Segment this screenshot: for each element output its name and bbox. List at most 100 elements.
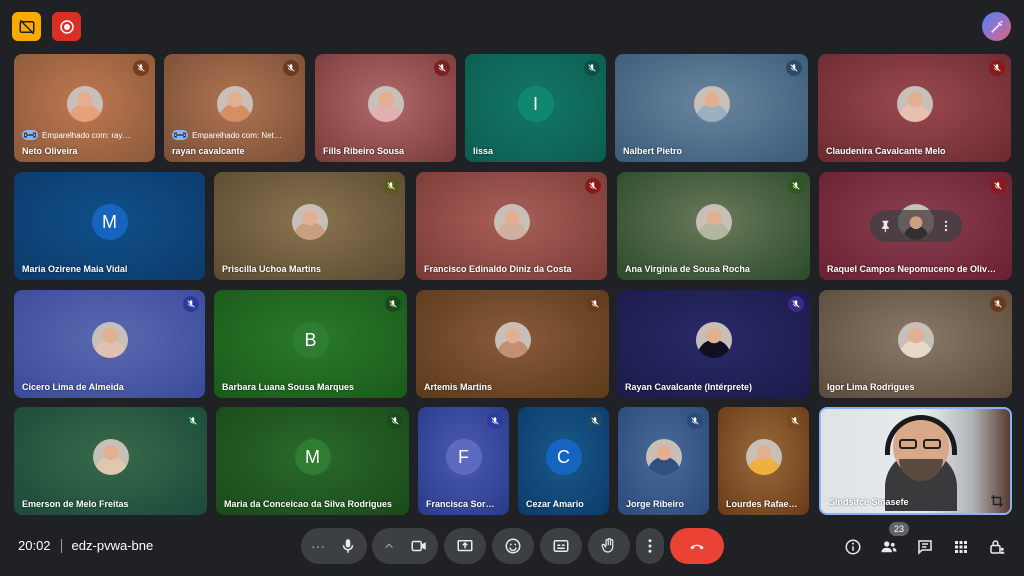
- participant-tile[interactable]: Igor Lima Rodrigues: [819, 290, 1012, 398]
- participant-name: Fills Ribeiro Sousa: [323, 146, 405, 156]
- paired-device-label: Emparelhado com: Net…: [172, 130, 297, 140]
- link-icon: [22, 130, 38, 140]
- lock-person-icon: [990, 540, 1005, 554]
- leave-call-button[interactable]: [670, 528, 724, 564]
- paired-text: Emparelhado com: Net…: [192, 130, 282, 140]
- mic-off-icon: [790, 64, 798, 72]
- host-controls-button[interactable]: [986, 536, 1008, 558]
- muted-indicator: [383, 178, 399, 194]
- participant-tile[interactable]: Ilissa: [465, 54, 606, 162]
- participant-count-badge: 23: [889, 522, 910, 536]
- meeting-info: 20:02 edz-pvwa-bne: [18, 538, 153, 553]
- participant-tile[interactable]: Emerson de Melo Freitas: [14, 407, 207, 515]
- participant-name: Jorge Ribeiro: [626, 499, 685, 509]
- muted-indicator: [788, 296, 804, 312]
- muted-indicator: [990, 296, 1006, 312]
- mic-off-icon: [993, 64, 1001, 72]
- mic-off-icon: [588, 64, 596, 72]
- reactions-button[interactable]: [492, 528, 534, 564]
- participant-initial: I: [517, 86, 554, 122]
- participant-name: Priscilla Uchoa Martins: [222, 264, 322, 274]
- participant-tile[interactable]: Artemis Martins: [416, 290, 609, 398]
- participant-tile[interactable]: M Maria da Conceicao da Silva Rodrigues: [216, 407, 409, 515]
- participant-tile[interactable]: Emparelhado com: ray… Neto Oliveira: [14, 54, 155, 162]
- participant-tile[interactable]: Priscilla Uchoa Martins: [214, 172, 405, 280]
- participant-name: Ana Virginia de Sousa Rocha: [625, 264, 750, 274]
- emoji-icon: [505, 538, 521, 554]
- participant-tile[interactable]: M Maria Ozirene Maia Vidal: [14, 172, 205, 280]
- participant-avatar: [66, 86, 103, 122]
- participant-avatar: [901, 212, 930, 240]
- participant-avatar: [291, 204, 328, 240]
- chat-icon: [918, 540, 932, 555]
- participant-tile[interactable]: B Barbara Luana Sousa Marques: [214, 290, 407, 398]
- people-icon: [881, 541, 897, 553]
- participant-name: lissa: [473, 146, 494, 156]
- participant-name: Cezar Amario: [526, 499, 584, 509]
- participant-tile[interactable]: F Francisca Sor…: [418, 407, 509, 515]
- participant-tile[interactable]: Sindsifce Sinasefe: [819, 407, 1012, 515]
- muted-indicator: [989, 60, 1005, 76]
- mic-off-icon: [791, 417, 799, 425]
- participant-avatar: [494, 322, 531, 358]
- muted-indicator: [990, 178, 1006, 194]
- participant-tile[interactable]: C Cezar Amario: [518, 407, 609, 515]
- participant-name: Emerson de Melo Freitas: [22, 499, 129, 509]
- participant-name: Maria da Conceicao da Silva Rodrigues: [224, 499, 393, 509]
- participant-tile[interactable]: Nalbert Pietro: [615, 54, 808, 162]
- mic-off-icon: [792, 182, 800, 190]
- more-audio-options-icon[interactable]: ···: [311, 538, 325, 554]
- participant-avatar: [695, 204, 732, 240]
- participant-tile[interactable]: Ana Virginia de Sousa Rocha: [617, 172, 810, 280]
- mic-off-icon: [994, 300, 1002, 308]
- recording-button[interactable]: [52, 12, 81, 41]
- participant-initial: M: [294, 439, 331, 475]
- more-options-button[interactable]: [636, 528, 664, 564]
- present-screen-button[interactable]: [444, 528, 486, 564]
- effects-button[interactable]: [982, 12, 1011, 41]
- muted-indicator: [587, 296, 603, 312]
- muted-indicator: [585, 178, 601, 194]
- mic-control[interactable]: ···: [301, 528, 367, 564]
- meeting-details-button[interactable]: [842, 536, 864, 558]
- pin-icon[interactable]: [876, 216, 896, 236]
- mic-off-icon: [389, 300, 397, 308]
- mic-off-icon: [994, 182, 1002, 190]
- participant-tile[interactable]: Lourdes Rafae…: [718, 407, 809, 515]
- mic-off-icon: [792, 300, 800, 308]
- participant-initial: B: [292, 322, 329, 358]
- mic-off-icon: [287, 64, 295, 72]
- participant-tile[interactable]: Raquel Campos Nepomuceno de Oliv…: [819, 172, 1012, 280]
- vertical-dots-icon[interactable]: [936, 216, 956, 236]
- participant-name: Cicero Lima de Almeida: [22, 382, 124, 392]
- hand-icon: [601, 537, 614, 553]
- captions-off-button[interactable]: [12, 12, 41, 41]
- muted-indicator: [786, 60, 802, 76]
- participant-tile[interactable]: Jorge Ribeiro: [618, 407, 709, 515]
- participant-tile[interactable]: Rayan Cavalcante (Intérprete): [617, 290, 810, 398]
- muted-indicator: [133, 60, 149, 76]
- participant-tile[interactable]: Fills Ribeiro Sousa: [315, 54, 456, 162]
- activities-button[interactable]: [950, 536, 972, 558]
- camera-control[interactable]: [372, 528, 438, 564]
- chevron-up-icon[interactable]: [382, 539, 396, 553]
- participant-name: Sindsifce Sinasefe: [829, 497, 909, 507]
- participant-name: Nalbert Pietro: [623, 146, 683, 156]
- captions-button[interactable]: [540, 528, 582, 564]
- participant-name: Francisco Edinaldo Diniz da Costa: [424, 264, 572, 274]
- chat-button[interactable]: [914, 536, 936, 558]
- muted-indicator: [185, 413, 201, 429]
- people-button[interactable]: [878, 536, 900, 558]
- participant-tile[interactable]: Emparelhado com: Net… rayan cavalcante: [164, 54, 305, 162]
- participant-tile[interactable]: Cicero Lima de Almeida: [14, 290, 205, 398]
- raise-hand-button[interactable]: [588, 528, 630, 564]
- clock-time: 20:02: [18, 538, 51, 553]
- microphone-icon[interactable]: [339, 537, 357, 555]
- mic-off-icon: [591, 300, 599, 308]
- participant-avatar: [897, 322, 934, 358]
- participant-tile[interactable]: Francisco Edinaldo Diniz da Costa: [416, 172, 607, 280]
- participant-name: Igor Lima Rodrigues: [827, 382, 915, 392]
- camera-icon[interactable]: [410, 537, 428, 555]
- participant-tile[interactable]: Claudenira Cavalcante Melo: [818, 54, 1011, 162]
- mic-off-icon: [189, 417, 197, 425]
